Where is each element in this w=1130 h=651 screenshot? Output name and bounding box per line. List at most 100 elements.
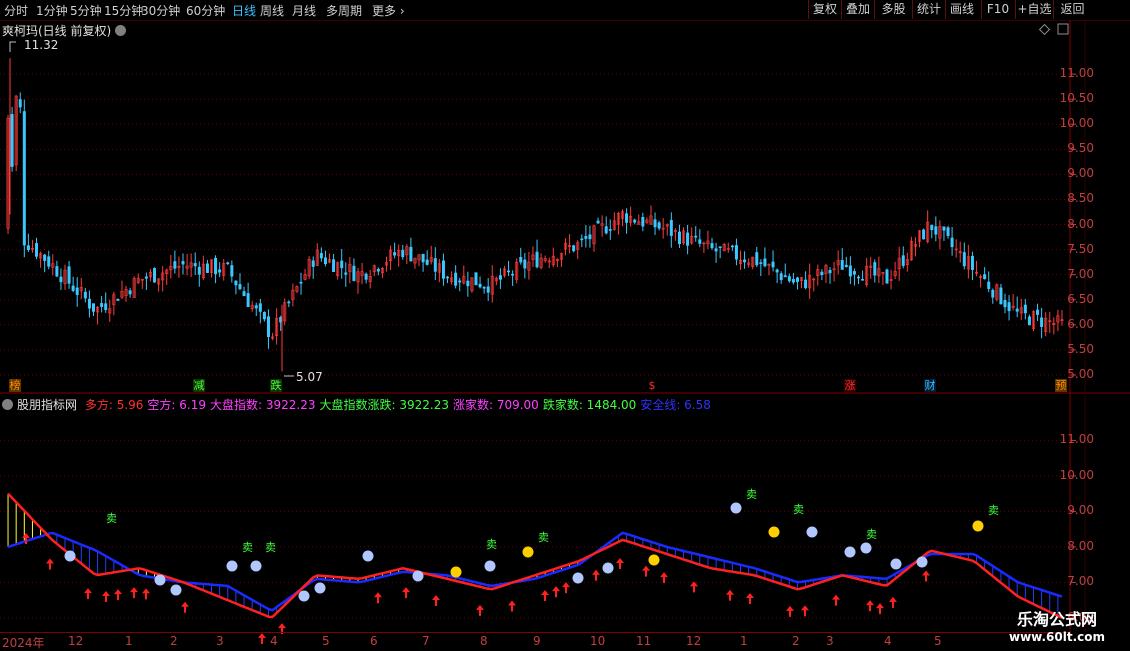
y-tick-label: 8.50 <box>1067 191 1094 206</box>
y-tick-label: 8.00 <box>1067 216 1094 231</box>
candle-body <box>364 273 368 280</box>
signal-face-icon <box>314 582 326 594</box>
candle-body <box>254 305 258 309</box>
candle-body <box>677 231 681 245</box>
candle-body <box>686 232 690 246</box>
candle-body <box>454 272 458 286</box>
y-tick-label: 9.00 <box>1067 166 1094 181</box>
buy-arrow-icon <box>114 589 122 601</box>
indicator-menu-icon[interactable] <box>2 399 13 410</box>
candle-body <box>83 291 87 299</box>
indicator-name[interactable]: 股朋指标网 <box>17 398 77 412</box>
candle-body <box>840 260 844 270</box>
candle-body <box>344 272 348 275</box>
signal-face-icon <box>522 546 534 558</box>
candle-body <box>35 243 39 257</box>
candle-body <box>743 259 747 263</box>
candle-body <box>828 270 832 274</box>
event-badge-finance[interactable]: 财 <box>924 379 936 392</box>
candle-body <box>197 266 201 275</box>
candle-body <box>771 261 775 268</box>
candle-body <box>433 258 437 272</box>
event-badge-fall[interactable]: 跌 <box>270 379 282 392</box>
candle-body <box>226 262 230 265</box>
diamond-icon[interactable] <box>1038 23 1051 36</box>
candle-body <box>246 293 250 307</box>
candle-body <box>942 226 946 231</box>
event-badge-dollar[interactable]: $ <box>646 379 658 392</box>
x-axis: 2024年 12 1 2 3 4 5 6 7 8 9 10 11 12 1 2 3 4 5 <box>0 632 1070 651</box>
candle-body <box>55 266 59 277</box>
sell-signal-label: 卖 <box>746 488 757 501</box>
candle-body <box>970 255 974 270</box>
event-badge-rise[interactable]: 涨 <box>844 379 856 392</box>
candle-body <box>71 285 75 291</box>
candle-body <box>230 265 234 277</box>
buy-arrow-icon <box>786 605 794 617</box>
buy-arrow-icon <box>660 572 668 584</box>
buy-arrow-icon <box>432 594 440 606</box>
candle-body <box>311 260 315 267</box>
candle-body <box>519 257 523 263</box>
x-tick-label: 2024年 <box>2 636 45 650</box>
candle-body <box>861 279 865 281</box>
x-tick-label: 11 <box>636 634 652 648</box>
legend-item: 多方: 5.96 <box>84 398 144 412</box>
y-tick-label: 11.00 <box>1059 66 1094 81</box>
candle-body <box>409 246 413 262</box>
candle-body <box>934 226 938 235</box>
signal-face-icon <box>844 546 856 558</box>
candle-body <box>580 238 584 241</box>
x-tick-label: 12 <box>68 634 84 648</box>
signal-face-icon <box>154 574 166 586</box>
buy-arrow-icon <box>46 558 54 570</box>
candle-body <box>511 273 515 276</box>
buy-arrow-icon <box>562 582 570 594</box>
sell-signal-label: 卖 <box>988 504 999 517</box>
x-tick-label: 4 <box>270 634 278 648</box>
candle-body <box>482 286 486 289</box>
candle-body <box>26 245 30 251</box>
candle-body <box>100 303 104 307</box>
event-badge-list[interactable]: 榜 <box>9 379 21 392</box>
buy-arrow-icon <box>102 591 110 603</box>
sell-signal-label: 卖 <box>106 512 117 525</box>
panel-settings-icon[interactable] <box>1057 23 1069 35</box>
indicator-y-tick-label: 7.00 <box>1067 574 1094 589</box>
legend-item: 涨家数: 709.00 <box>452 398 539 412</box>
candle-body <box>950 237 954 248</box>
candle-body <box>795 277 799 282</box>
candle-body <box>844 264 848 268</box>
buy-arrow-icon <box>832 594 840 606</box>
kline-chart[interactable]: 卖卖卖卖卖卖卖卖卖 <box>0 0 1130 650</box>
signal-face-icon <box>768 526 780 538</box>
candle-body <box>535 251 539 268</box>
buy-arrow-icon <box>130 587 138 599</box>
signal-face-icon <box>572 572 584 584</box>
candle-body <box>87 298 91 309</box>
candle-body <box>474 272 478 286</box>
x-tick-label: 7 <box>422 634 430 648</box>
indicator-series: 卖卖卖卖卖卖卖卖卖 <box>7 488 1063 645</box>
buy-arrow-icon <box>142 588 150 600</box>
event-badge-forecast[interactable]: 预 <box>1055 379 1067 392</box>
candle-body <box>478 283 482 288</box>
candle-body <box>1040 317 1044 327</box>
candle-body <box>242 291 246 297</box>
x-tick-label: 1 <box>740 634 748 648</box>
candle-body <box>421 253 425 263</box>
event-badge-reduce[interactable]: 减 <box>193 379 205 392</box>
candle-body <box>604 226 608 234</box>
candle-body <box>596 220 600 224</box>
buy-arrow-icon <box>746 592 754 604</box>
candle-body <box>588 234 592 240</box>
chevron-down-icon[interactable] <box>115 25 127 36</box>
candle-body <box>779 273 783 280</box>
ticker-name: 爽柯玛(日线 前复权) <box>2 24 112 38</box>
candle-body <box>401 249 405 258</box>
candle-body <box>1027 316 1031 326</box>
candle-body <box>67 266 71 284</box>
candle-body <box>852 271 856 275</box>
x-tick-label: 1 <box>125 634 133 648</box>
ticker-title[interactable]: 爽柯玛(日线 前复权) <box>2 22 127 39</box>
